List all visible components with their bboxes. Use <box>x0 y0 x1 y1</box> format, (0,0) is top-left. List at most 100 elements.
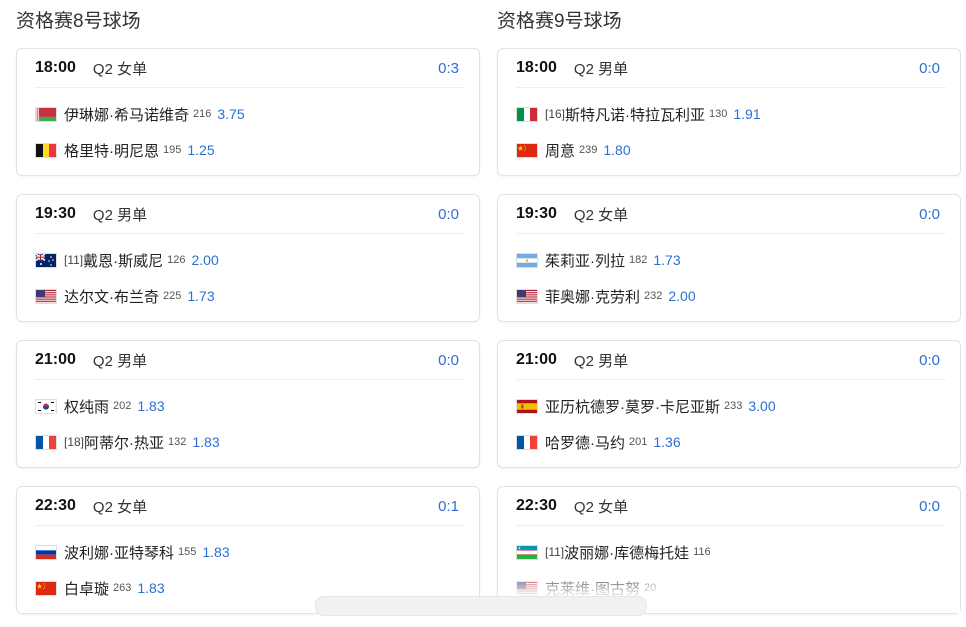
player-row[interactable]: 格里特·明尼恩 195 1.25 <box>35 132 479 168</box>
match-card[interactable]: 19:30 Q2 女单 0:0 茱莉亚·列拉 182 1.73 菲奥娜·克劳利 232 2.00 <box>497 194 961 322</box>
match-score[interactable]: 0:0 <box>919 498 940 515</box>
match-time: 22:30 <box>35 497 76 514</box>
player-row[interactable]: 亚历杭德罗·莫罗·卡尼亚斯 233 3.00 <box>516 388 960 424</box>
match-card[interactable]: 22:30 Q2 女单 0:0 [11] 波丽娜·库德梅托娃 116 克莱维·图古努 20 <box>497 486 961 614</box>
match-time: 22:30 <box>516 497 557 514</box>
player-name[interactable]: 阿蒂尔·热亚 <box>84 432 164 453</box>
match-card[interactable]: 18:00 Q2 女单 0:3 伊琳娜·希马诺维奇 216 3.75 格里特·明尼恩 195 1… <box>16 48 480 176</box>
match-header: 19:30 Q2 男单 0:0 <box>35 195 465 234</box>
match-round: Q2 女单 <box>573 206 629 224</box>
match-score[interactable]: 0:0 <box>919 352 940 369</box>
player-name[interactable]: 白卓璇 <box>64 578 109 599</box>
player-odds[interactable]: 2.00 <box>191 252 218 268</box>
player-rank: 201 <box>629 436 648 448</box>
player-odds[interactable]: 1.91 <box>733 106 760 122</box>
match-card[interactable]: 18:00 Q2 男单 0:0 [16] 斯特凡诺·特拉瓦利亚 130 1.91 周意 239 1… <box>497 48 961 176</box>
player-odds[interactable]: 1.83 <box>192 434 219 450</box>
player-row[interactable]: [18] 阿蒂尔·热亚 132 1.83 <box>35 424 479 460</box>
belgium-flag-icon <box>35 142 57 158</box>
match-score[interactable]: 0:0 <box>919 60 940 77</box>
france-flag-icon <box>516 434 538 450</box>
player-row[interactable]: 茱莉亚·列拉 182 1.73 <box>516 242 960 278</box>
russia-flag-icon <box>35 544 57 560</box>
player-rank: 182 <box>629 254 648 266</box>
player-name[interactable]: 菲奥娜·克劳利 <box>545 286 640 307</box>
player-rank: 225 <box>163 290 182 302</box>
match-card[interactable]: 22:30 Q2 女单 0:1 波利娜·亚特琴科 155 1.83 白卓璇 263 1.83 <box>16 486 480 614</box>
match-card[interactable]: 21:00 Q2 男单 0:0 权纯雨 202 1.83 [18] 阿蒂尔·热亚 132 1.83 <box>16 340 480 468</box>
player-rank: 202 <box>113 400 132 412</box>
match-time: 19:30 <box>35 205 76 222</box>
player-name[interactable]: 斯特凡诺·特拉瓦利亚 <box>565 104 705 125</box>
match-score[interactable]: 0:0 <box>438 206 459 223</box>
players-list: 伊琳娜·希马诺维奇 216 3.75 格里特·明尼恩 195 1.25 <box>17 88 479 168</box>
player-row[interactable]: 菲奥娜·克劳利 232 2.00 <box>516 278 960 314</box>
player-row[interactable]: 周意 239 1.80 <box>516 132 960 168</box>
match-time: 19:30 <box>516 205 557 222</box>
player-seed: [11] <box>64 253 84 267</box>
player-odds[interactable]: 1.25 <box>187 142 214 158</box>
player-odds[interactable]: 2.00 <box>668 288 695 304</box>
player-row[interactable]: 达尔文·布兰奇 225 1.73 <box>35 278 479 314</box>
match-round: Q2 男单 <box>573 352 629 370</box>
china-flag-icon <box>516 142 538 158</box>
match-score[interactable]: 0:3 <box>438 60 459 77</box>
scroll-pill[interactable] <box>315 596 647 616</box>
player-odds[interactable]: 1.36 <box>653 434 680 450</box>
player-odds[interactable]: 3.00 <box>748 398 775 414</box>
player-row[interactable]: 哈罗德·马约 201 1.36 <box>516 424 960 460</box>
player-row[interactable]: [11] 戴恩·斯威尼 126 2.00 <box>35 242 479 278</box>
player-odds[interactable]: 1.80 <box>603 142 630 158</box>
player-odds[interactable]: 1.83 <box>137 398 164 414</box>
match-score[interactable]: 0:0 <box>919 206 940 223</box>
player-rank: 233 <box>724 400 743 412</box>
match-time: 21:00 <box>516 351 557 368</box>
player-name[interactable]: 权纯雨 <box>64 396 109 417</box>
match-round: Q2 女单 <box>92 60 148 78</box>
player-rank: 155 <box>178 546 197 558</box>
player-row[interactable]: [16] 斯特凡诺·特拉瓦利亚 130 1.91 <box>516 96 960 132</box>
player-seed: [18] <box>64 435 85 449</box>
belarus-flag-icon <box>35 106 57 122</box>
player-name[interactable]: 亚历杭德罗·莫罗·卡尼亚斯 <box>545 396 720 417</box>
player-row[interactable]: 权纯雨 202 1.83 <box>35 388 479 424</box>
player-name[interactable]: 格里特·明尼恩 <box>64 140 159 161</box>
match-card[interactable]: 19:30 Q2 男单 0:0 [11] 戴恩·斯威尼 126 2.00 达尔文·布兰奇 225… <box>16 194 480 322</box>
player-rank: 216 <box>193 108 212 120</box>
player-name[interactable]: 伊琳娜·希马诺维奇 <box>64 104 189 125</box>
usa-flag-icon <box>516 580 538 596</box>
player-name[interactable]: 戴恩·斯威尼 <box>83 250 163 271</box>
player-row[interactable]: 波利娜·亚特琴科 155 1.83 <box>35 534 479 570</box>
player-rank: 232 <box>644 290 663 302</box>
player-odds[interactable]: 1.73 <box>653 252 680 268</box>
player-odds[interactable]: 1.73 <box>187 288 214 304</box>
player-odds[interactable]: 1.83 <box>137 580 164 596</box>
player-row[interactable]: [11] 波丽娜·库德梅托娃 116 <box>516 534 960 570</box>
player-name[interactable]: 波丽娜·库德梅托娃 <box>564 542 689 563</box>
match-header: 22:30 Q2 女单 0:0 <box>516 487 946 526</box>
match-round: Q2 男单 <box>92 206 148 224</box>
player-rank: 116 <box>693 546 711 558</box>
player-name[interactable]: 达尔文·布兰奇 <box>64 286 159 307</box>
player-name[interactable]: 周意 <box>545 140 575 161</box>
players-list: 亚历杭德罗·莫罗·卡尼亚斯 233 3.00 哈罗德·马约 201 1.36 <box>498 380 960 460</box>
match-header: 21:00 Q2 男单 0:0 <box>516 341 946 380</box>
match-header: 19:30 Q2 女单 0:0 <box>516 195 946 234</box>
match-score[interactable]: 0:0 <box>438 352 459 369</box>
player-odds[interactable]: 3.75 <box>217 106 244 122</box>
match-card[interactable]: 21:00 Q2 男单 0:0 亚历杭德罗·莫罗·卡尼亚斯 233 3.00 哈罗德·马约 2… <box>497 340 961 468</box>
player-name[interactable]: 哈罗德·马约 <box>545 432 625 453</box>
court-title: 资格赛9号球场 <box>497 11 622 32</box>
player-row[interactable]: 伊琳娜·希马诺维奇 216 3.75 <box>35 96 479 132</box>
player-rank: 130 <box>709 108 728 120</box>
players-list: [16] 斯特凡诺·特拉瓦利亚 130 1.91 周意 239 1.80 <box>498 88 960 168</box>
player-odds[interactable]: 1.83 <box>202 544 229 560</box>
player-name[interactable]: 波利娜·亚特琴科 <box>64 542 174 563</box>
australia-flag-icon <box>35 252 57 268</box>
players-list: 权纯雨 202 1.83 [18] 阿蒂尔·热亚 132 1.83 <box>17 380 479 460</box>
south-korea-flag-icon <box>35 398 57 414</box>
player-seed: [16] <box>545 107 566 121</box>
player-name[interactable]: 茱莉亚·列拉 <box>545 250 625 271</box>
match-score[interactable]: 0:1 <box>438 498 459 515</box>
match-header: 21:00 Q2 男单 0:0 <box>35 341 465 380</box>
